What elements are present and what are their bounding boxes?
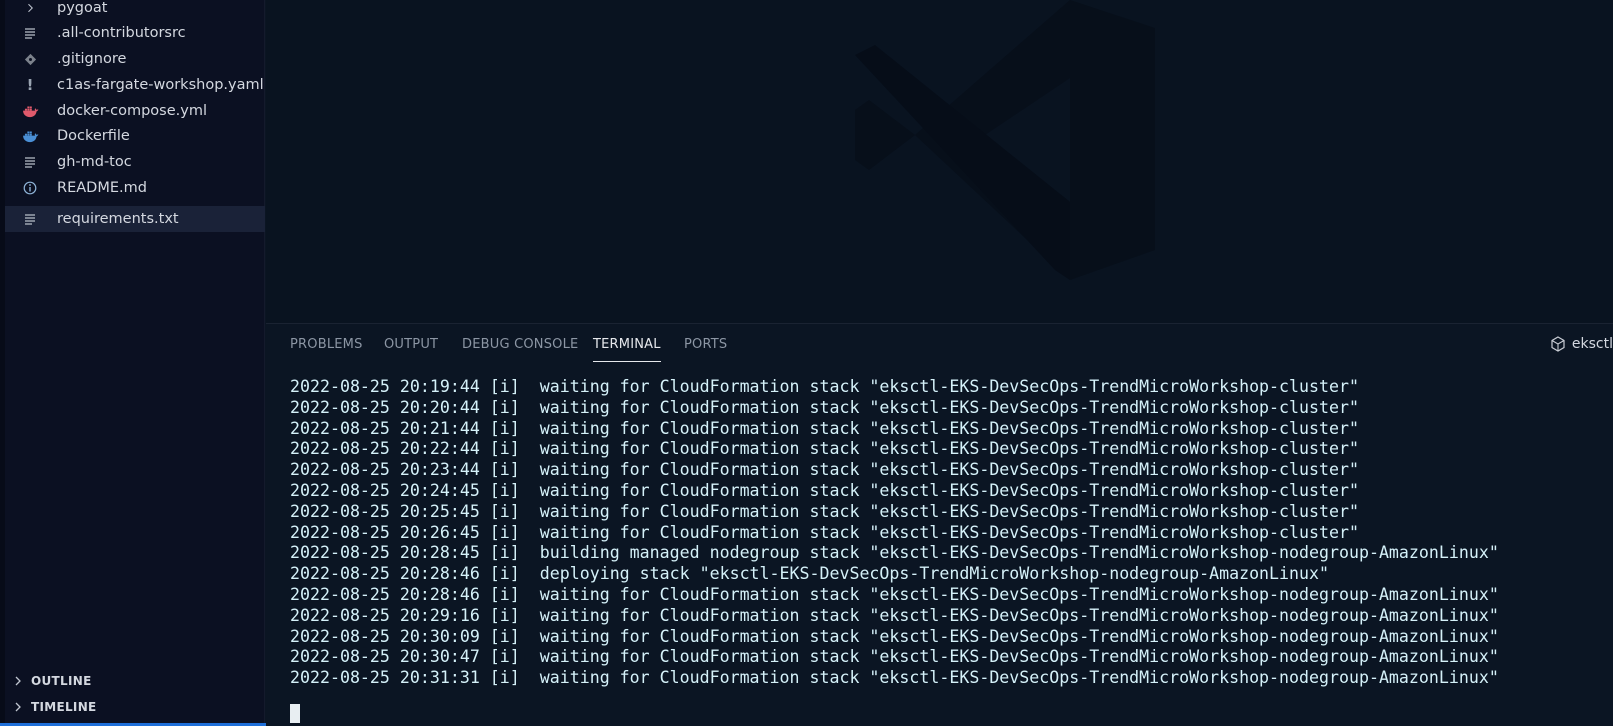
tree-item-label: README.md <box>57 180 147 196</box>
terminal-line: 2022-08-25 20:20:44 [i] waiting for Clou… <box>290 397 1359 417</box>
tab-output[interactable]: OUTPUT <box>384 337 438 352</box>
tree-item-c1as-yaml[interactable]: ! c1as-fargate-workshop.yaml <box>5 72 265 98</box>
terminal-line: 2022-08-25 20:24:45 [i] waiting for Clou… <box>290 480 1359 500</box>
tree-item-label: docker-compose.yml <box>57 103 207 119</box>
tree-item-gh-md-toc[interactable]: gh-md-toc <box>5 149 265 175</box>
section-timeline-label: TIMELINE <box>31 700 97 714</box>
tree-item-pygoat[interactable]: pygoat <box>5 0 265 21</box>
section-outline-label: OUTLINE <box>31 674 92 688</box>
terminal-line: 2022-08-25 20:19:44 [i] waiting for Clou… <box>290 377 1359 396</box>
tab-debug-console[interactable]: DEBUG CONSOLE <box>462 337 578 352</box>
tree-item-requirements[interactable]: requirements.txt <box>5 206 265 232</box>
editor-area[interactable] <box>266 0 1613 324</box>
terminal-line: 2022-08-25 20:25:45 [i] waiting for Clou… <box>290 501 1359 521</box>
terminal-cursor <box>290 704 300 723</box>
tree-item-gitignore[interactable]: .gitignore <box>5 46 265 72</box>
section-outline[interactable]: OUTLINE <box>5 668 265 694</box>
tab-ports[interactable]: PORTS <box>684 337 727 352</box>
terminal-line: 2022-08-25 20:30:09 [i] waiting for Clou… <box>290 626 1499 646</box>
section-timeline[interactable]: TIMELINE <box>5 694 265 720</box>
info-icon <box>21 179 39 197</box>
terminal-line: 2022-08-25 20:28:45 [i] building managed… <box>290 543 1499 563</box>
terminal-line: 2022-08-25 20:26:45 [i] waiting for Clou… <box>290 522 1359 542</box>
yaml-exclamation-icon: ! <box>26 76 34 94</box>
chevron-right-icon[interactable] <box>21 0 39 17</box>
terminal-line: 2022-08-25 20:28:46 [i] deploying stack … <box>290 564 1329 584</box>
terminal-line: 2022-08-25 20:30:47 [i] waiting for Clou… <box>290 647 1499 667</box>
vscode-logo-watermark-icon <box>855 0 1155 280</box>
tree-item-docker-compose[interactable]: docker-compose.yml <box>5 98 265 124</box>
tree-item-label: requirements.txt <box>57 211 179 227</box>
docker-whale-icon <box>21 102 39 120</box>
terminal-name-label: eksctl <box>1571 336 1613 352</box>
tree-item-label: .gitignore <box>57 51 127 67</box>
tree-item-label: c1as-fargate-workshop.yaml <box>57 77 264 93</box>
tree-item-label: pygoat <box>57 0 108 16</box>
terminal-line: 2022-08-25 20:28:46 [i] waiting for Clou… <box>290 584 1499 604</box>
tree-item-label: Dockerfile <box>57 128 130 144</box>
tree-item-label: gh-md-toc <box>57 154 132 170</box>
tree-item-dockerfile[interactable]: Dockerfile <box>5 123 265 149</box>
terminal-line: 2022-08-25 20:21:44 [i] waiting for Clou… <box>290 418 1359 438</box>
explorer-sidebar: pygoat .all-contributorsrc .gitignore ! … <box>0 0 265 726</box>
terminal-instance-selector[interactable]: eksctl <box>1550 336 1613 352</box>
text-lines-icon <box>21 24 39 42</box>
tab-terminal[interactable]: TERMINAL <box>593 337 661 362</box>
tree-item-readme[interactable]: README.md <box>5 175 265 201</box>
terminal-line: 2022-08-25 20:31:31 [i] waiting for Clou… <box>290 668 1499 688</box>
tab-problems[interactable]: PROBLEMS <box>290 337 363 352</box>
chevron-right-icon <box>13 702 23 712</box>
terminal-output[interactable]: 2022-08-25 20:19:44 [i] waiting for Clou… <box>290 377 1499 689</box>
text-lines-icon <box>21 210 39 228</box>
terminal-box-icon <box>1550 336 1566 352</box>
terminal-line: 2022-08-25 20:22:44 [i] waiting for Clou… <box>290 439 1359 459</box>
terminal-line: 2022-08-25 20:23:44 [i] waiting for Clou… <box>290 460 1359 480</box>
tree-item-label: .all-contributorsrc <box>57 25 186 41</box>
bottom-panel: PROBLEMS OUTPUT DEBUG CONSOLE TERMINAL P… <box>266 324 1613 726</box>
chevron-right-icon <box>13 676 23 686</box>
text-lines-icon <box>21 153 39 171</box>
tree-item-all-contributorsrc[interactable]: .all-contributorsrc <box>5 20 265 46</box>
git-diamond-icon <box>21 50 39 68</box>
terminal-line: 2022-08-25 20:29:16 [i] waiting for Clou… <box>290 605 1499 625</box>
docker-whale-icon <box>21 127 39 145</box>
